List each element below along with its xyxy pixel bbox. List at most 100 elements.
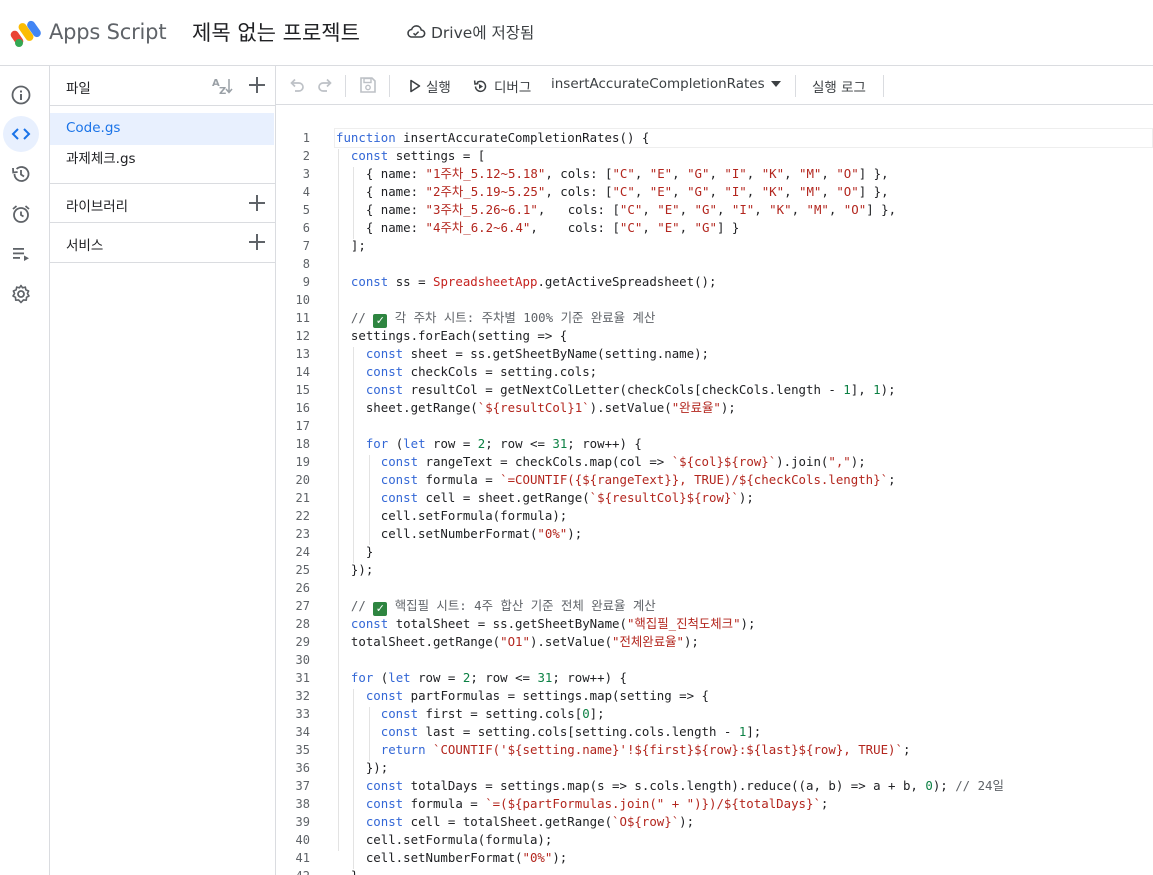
code-line: 6 { name: "4주차_6.2~6.4", cols: ["C", "E"… (276, 219, 1153, 237)
code-line: 33 const first = setting.cols[0]; (276, 705, 1153, 723)
code-icon (11, 128, 31, 140)
line-number: 39 (295, 815, 310, 829)
line-source: } (336, 867, 358, 875)
files-section-header: 파일 A Z (50, 66, 276, 106)
line-number: 19 (295, 455, 310, 469)
overview-button[interactable] (3, 77, 39, 113)
line-number: 20 (295, 473, 310, 487)
line-number: 25 (295, 563, 310, 577)
line-source: return `COUNTIF('${setting.name}'!${firs… (380, 742, 911, 757)
line-number: 8 (302, 257, 310, 271)
libraries-label: 라이브러리 (66, 199, 129, 215)
line-source: const partFormulas = settings.map(settin… (365, 688, 710, 703)
line-number: 2 (302, 149, 310, 163)
line-source: sheet.getRange(`${resultCol}1`).setValue… (336, 400, 736, 415)
save-icon[interactable] (358, 75, 378, 95)
trigger-clock-icon (12, 205, 30, 223)
line-number: 14 (295, 365, 310, 379)
function-select[interactable]: insertAccurateCompletionRates (551, 76, 782, 92)
save-status-label: Drive에 저장됨 (431, 24, 535, 42)
line-source: // ✓ 핵집필 시트: 4주 합산 기준 전체 완료율 계산 (350, 598, 656, 616)
code-editor[interactable]: 1 function insertAccurateCompletionRates(… (276, 105, 1153, 875)
code-lines: 1 function insertAccurateCompletionRates(… (276, 129, 1153, 875)
debug-button[interactable]: 디버그 (472, 76, 531, 96)
code-line: 39 const cell = totalSheet.getRange(`O${… (276, 813, 1153, 831)
project-title[interactable]: 제목 없는 프로젝트 (192, 17, 360, 47)
code-line: 12 settings.forEach(setting => { (276, 327, 1153, 345)
info-icon (11, 85, 31, 105)
settings-gear-icon (12, 284, 30, 304)
line-source: function insertAccurateCompletionRates()… (336, 130, 650, 145)
line-source: cell.setNumberFormat("0%"); (336, 850, 568, 865)
files-label: 파일 (66, 81, 91, 97)
history-icon (12, 166, 30, 182)
code-line: 31 for (let row = 2; row <= 31; row++) { (276, 669, 1153, 687)
line-number: 41 (295, 851, 310, 865)
triggers-button[interactable] (3, 196, 39, 232)
line-source: const rangeText = checkCols.map(col => `… (380, 454, 866, 469)
code-line: 42 } (276, 867, 1153, 875)
line-source: // ✓ 각 주차 시트: 주차별 100% 기준 완료율 계산 (350, 310, 656, 328)
line-source: const resultCol = getNextColLetter(check… (365, 382, 896, 397)
code-line: 25 }); (276, 561, 1153, 579)
line-source: const totalSheet = ss.getSheetByName("핵집… (350, 616, 756, 631)
line-number: 32 (295, 689, 310, 703)
add-file-icon[interactable] (246, 74, 268, 96)
line-source: const first = setting.cols[0]; (380, 706, 605, 721)
line-source: const settings = [ (350, 148, 486, 163)
code-line: 30 (276, 651, 1153, 669)
line-source: const last = setting.cols[setting.cols.l… (380, 724, 762, 739)
line-source: const formula = `=(${partFormulas.join("… (365, 796, 829, 811)
executions-icon (13, 248, 29, 261)
line-number: 11 (295, 311, 310, 325)
executions-button[interactable] (3, 236, 39, 272)
files-panel: 파일 A Z Code.gs 과제체크.gs 라이브러리 서비스 (50, 66, 276, 875)
play-icon (410, 79, 421, 93)
execution-log-button[interactable]: 실행 로그 (812, 76, 866, 96)
line-number: 16 (295, 401, 310, 415)
redo-icon[interactable] (315, 75, 335, 95)
app-name: Apps Script (49, 20, 167, 44)
add-library-icon[interactable] (246, 192, 268, 214)
line-number: 6 (302, 221, 310, 235)
line-number: 5 (302, 203, 310, 217)
execution-log-label: 실행 로그 (812, 80, 866, 96)
line-number: 27 (295, 599, 310, 613)
editor-button[interactable] (3, 116, 39, 152)
history-button[interactable] (3, 156, 39, 192)
code-line: 11 // ✓ 각 주차 시트: 주차별 100% 기준 완료율 계산 (276, 309, 1153, 328)
code-line: 3 { name: "1주차_5.12~5.18", cols: ["C", "… (276, 165, 1153, 183)
file-item-task-check-gs[interactable]: 과제체크.gs (50, 144, 274, 176)
line-source: const formula = `=COUNTIF({${rangeText}}… (380, 472, 896, 487)
file-item-code-gs[interactable]: Code.gs (50, 113, 274, 145)
undo-icon[interactable] (287, 75, 307, 95)
code-line: 24 } (276, 543, 1153, 561)
code-line: 22 cell.setFormula(formula); (276, 507, 1153, 525)
apps-script-logo (10, 20, 41, 47)
project-settings-button[interactable] (3, 276, 39, 312)
line-source: cell.setFormula(formula); (336, 832, 553, 847)
line-number: 35 (295, 743, 310, 757)
code-line: 19 const rangeText = checkCols.map(col =… (276, 453, 1153, 471)
sort-az-icon[interactable]: A Z (212, 76, 234, 96)
line-number: 40 (295, 833, 310, 847)
code-line: 13 const sheet = ss.getSheetByName(setti… (276, 345, 1153, 363)
add-service-icon[interactable] (246, 231, 268, 253)
line-source: cell.setFormula(formula); (336, 508, 568, 523)
line-number: 37 (295, 779, 310, 793)
line-source: const totalDays = settings.map(s => s.co… (365, 778, 1004, 793)
line-number: 34 (295, 725, 310, 739)
code-line: 27 // ✓ 핵집필 시트: 4주 합산 기준 전체 완료율 계산 (276, 597, 1153, 616)
code-line: 9 const ss = SpreadsheetApp.getActiveSpr… (276, 273, 1153, 291)
left-rail (0, 66, 50, 875)
run-button[interactable]: 실행 (409, 76, 451, 96)
line-number: 13 (295, 347, 310, 361)
code-line: 36 }); (276, 759, 1153, 777)
line-number: 33 (295, 707, 310, 721)
line-source: ]; (336, 238, 366, 253)
toolbar-divider (345, 75, 346, 97)
line-number: 10 (295, 293, 310, 307)
line-number: 28 (295, 617, 310, 631)
code-line: 17 (276, 417, 1153, 435)
run-label: 실행 (426, 80, 451, 96)
